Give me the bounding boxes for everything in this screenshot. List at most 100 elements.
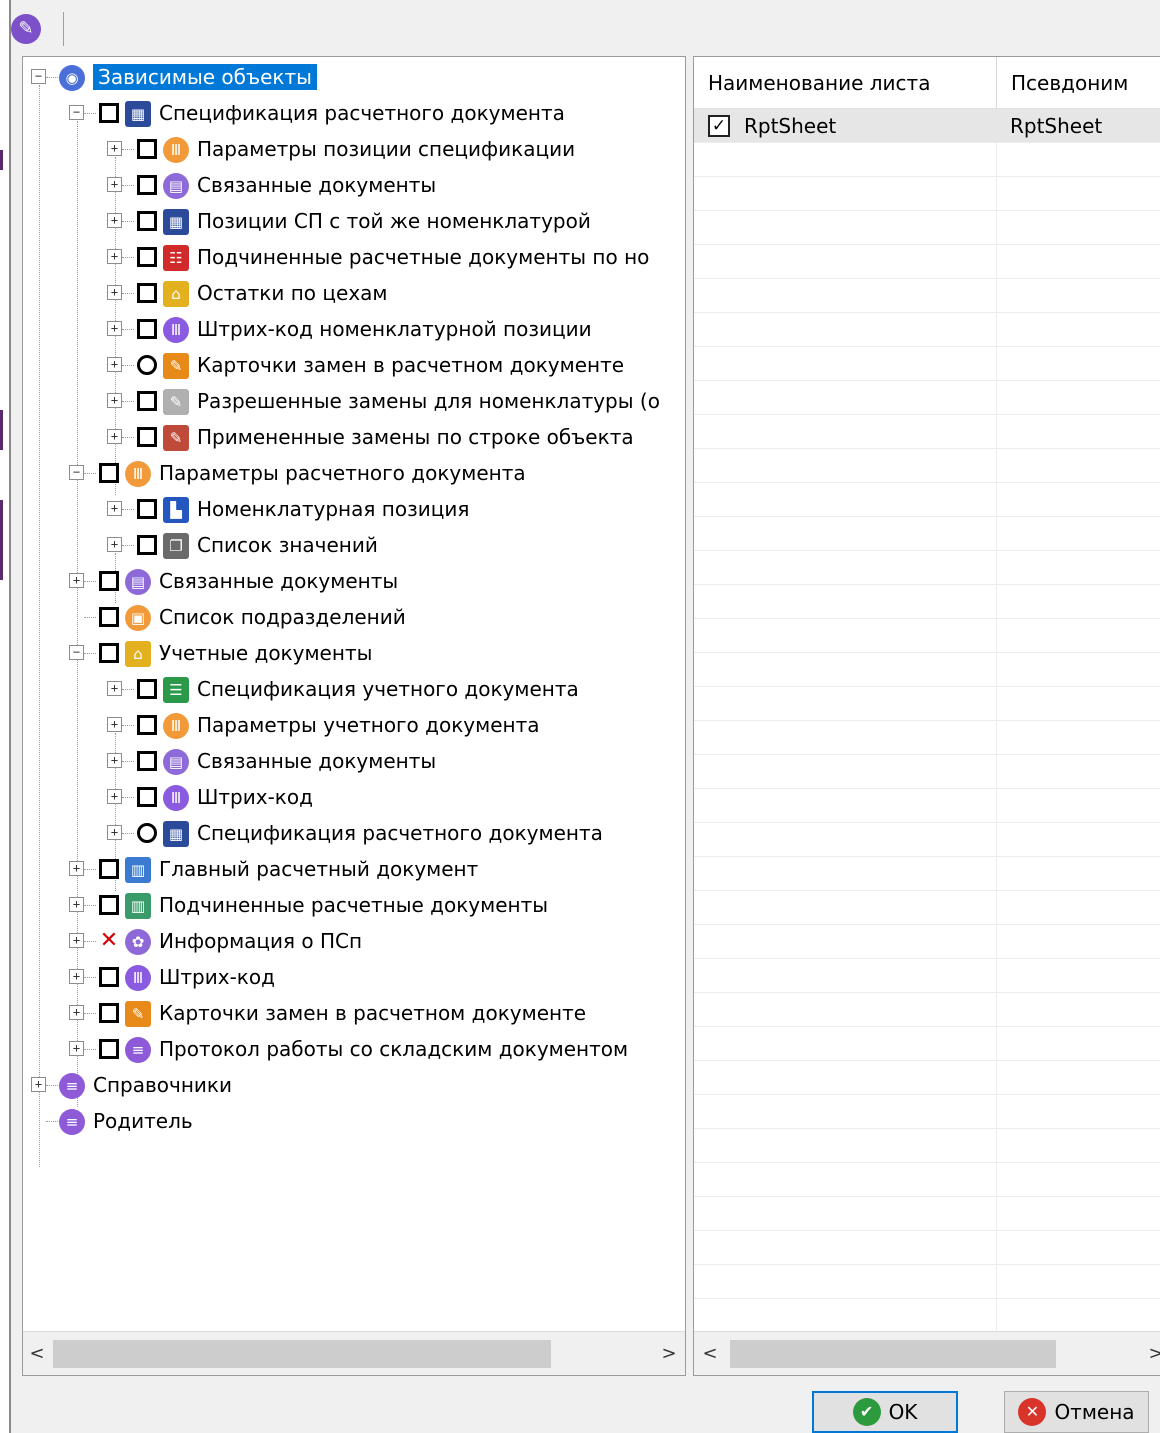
node-checkbox[interactable]	[137, 823, 157, 843]
node-checkbox[interactable]	[99, 1003, 119, 1023]
tree-node[interactable]: − ▦ Спецификация расчетного документа	[23, 95, 685, 131]
expand-icon[interactable]: +	[107, 753, 122, 768]
tree-node[interactable]: + ▤ Связанные документы	[23, 743, 685, 779]
collapse-icon[interactable]: −	[69, 465, 84, 480]
tree-node[interactable]: + ▤ Связанные документы	[23, 167, 685, 203]
expand-icon[interactable]: +	[107, 249, 122, 264]
node-checkbox[interactable]	[99, 643, 119, 663]
node-checkbox[interactable]	[137, 355, 157, 375]
ok-button[interactable]: ✔ OK	[812, 1391, 958, 1433]
tree-node[interactable]: + ✕ ✿ Информация о ПСп	[23, 923, 685, 959]
expand-icon[interactable]: +	[107, 141, 122, 156]
node-checkbox[interactable]	[137, 751, 157, 771]
expand-icon[interactable]: +	[107, 321, 122, 336]
expand-icon[interactable]: +	[107, 789, 122, 804]
expand-icon[interactable]: +	[31, 1077, 46, 1092]
tree-horizontal-scrollbar[interactable]: < >	[23, 1331, 685, 1375]
tree-node[interactable]: + ▦ Позиции СП с той же номенклатурой	[23, 203, 685, 239]
tree-node[interactable]: + Ⅲ Параметры позиции спецификации	[23, 131, 685, 167]
expand-icon[interactable]: +	[107, 681, 122, 696]
node-checkbox[interactable]	[99, 607, 119, 627]
node-checkbox[interactable]	[137, 139, 157, 159]
node-checkbox[interactable]	[137, 247, 157, 267]
scroll-thumb[interactable]	[730, 1340, 1056, 1368]
node-checkbox[interactable]	[99, 1039, 119, 1059]
node-checkbox[interactable]	[137, 283, 157, 303]
tree-node[interactable]: − Ⅲ Параметры расчетного документа	[23, 455, 685, 491]
expand-icon[interactable]: +	[107, 537, 122, 552]
tree-node[interactable]: + ✎ Карточки замен в расчетном документе	[23, 995, 685, 1031]
tree-node[interactable]: + ☷ Подчиненные расчетные документы по но	[23, 239, 685, 275]
node-checkbox[interactable]	[137, 175, 157, 195]
node-checkbox[interactable]	[137, 391, 157, 411]
tree-node[interactable]: − ⌂ Учетные документы	[23, 635, 685, 671]
column-header-sheet-name[interactable]: Наименование листа	[694, 57, 996, 109]
node-checkbox[interactable]	[99, 967, 119, 987]
expand-icon[interactable]: +	[69, 1005, 84, 1020]
tree-node[interactable]: + Ⅲ Параметры учетного документа	[23, 707, 685, 743]
collapse-icon[interactable]: −	[69, 645, 84, 660]
collapse-icon[interactable]: −	[69, 105, 84, 120]
expand-icon[interactable]: +	[69, 897, 84, 912]
expand-icon[interactable]: +	[107, 285, 122, 300]
scroll-left-arrow-icon[interactable]: <	[23, 1332, 51, 1375]
grid-row[interactable]: ✓ RptSheet RptSheet	[694, 109, 1160, 143]
row-checkbox[interactable]: ✓	[708, 115, 730, 137]
expand-icon[interactable]: +	[69, 861, 84, 876]
tree-node[interactable]: + Ⅲ Штрих-код	[23, 959, 685, 995]
node-checkbox[interactable]	[137, 715, 157, 735]
tree-node[interactable]: − ◉ Зависимые объекты	[23, 59, 685, 95]
tree-node[interactable]: + Ⅲ Штрих-код	[23, 779, 685, 815]
expand-icon[interactable]: +	[107, 501, 122, 516]
tree-node[interactable]: + ▙ Номенклатурная позиция	[23, 491, 685, 527]
node-checkbox[interactable]	[137, 535, 157, 555]
node-checkbox[interactable]	[137, 427, 157, 447]
expand-icon[interactable]: +	[107, 717, 122, 732]
node-checkbox[interactable]	[99, 463, 119, 483]
node-checkbox[interactable]	[99, 895, 119, 915]
tree-node[interactable]: + Ⅲ Штрих-код номенклатурной позиции	[23, 311, 685, 347]
node-checkbox[interactable]	[137, 319, 157, 339]
column-header-alias[interactable]: Псевдоним	[997, 57, 1160, 109]
tree-node[interactable]: ▣ Список подразделений	[23, 599, 685, 635]
expand-icon[interactable]: +	[69, 1041, 84, 1056]
tree-node[interactable]: + ✎ Карточки замен в расчетном документе	[23, 347, 685, 383]
expand-icon[interactable]: +	[107, 177, 122, 192]
tree-node[interactable]: + ≡ Протокол работы со складским документо…	[23, 1031, 685, 1067]
expand-icon[interactable]: +	[107, 213, 122, 228]
scroll-left-arrow-icon[interactable]: <	[696, 1332, 724, 1375]
expand-icon[interactable]: +	[69, 573, 84, 588]
node-checkbox[interactable]	[99, 859, 119, 879]
sheet-name-cell[interactable]: RptSheet	[744, 109, 836, 143]
tree-node[interactable]: + ≡ Справочники	[23, 1067, 685, 1103]
node-checkbox[interactable]	[137, 499, 157, 519]
tree-node[interactable]: + ❐ Список значений	[23, 527, 685, 563]
tree-node[interactable]: ≡ Родитель	[23, 1103, 685, 1139]
expand-icon[interactable]: +	[69, 933, 84, 948]
expand-icon[interactable]: +	[69, 969, 84, 984]
node-checkbox[interactable]	[137, 211, 157, 231]
expand-icon[interactable]: +	[107, 825, 122, 840]
scroll-thumb[interactable]	[53, 1340, 551, 1368]
tree-node[interactable]: + ▥ Подчиненные расчетные документы	[23, 887, 685, 923]
tree-node[interactable]: + ⌂ Остатки по цехам	[23, 275, 685, 311]
tree-node[interactable]: + ☰ Спецификация учетного документа	[23, 671, 685, 707]
collapse-icon[interactable]: −	[31, 69, 46, 84]
tree-node[interactable]: + ▥ Главный расчетный документ	[23, 851, 685, 887]
pencil-icon[interactable]: ✎	[11, 14, 41, 44]
node-checkbox[interactable]	[99, 103, 119, 123]
scroll-right-arrow-icon[interactable]: >	[655, 1332, 683, 1375]
scroll-right-arrow-icon[interactable]: >	[1142, 1332, 1160, 1375]
tree-node[interactable]: + ✎ Примененные замены по строке объекта	[23, 419, 685, 455]
tree-node[interactable]: + ▦ Спецификация расчетного документа	[23, 815, 685, 851]
expand-icon[interactable]: +	[107, 393, 122, 408]
cancel-button[interactable]: ✕ Отмена	[1004, 1391, 1149, 1433]
excluded-mark-icon[interactable]: ✕	[99, 930, 119, 952]
node-checkbox[interactable]	[137, 679, 157, 699]
alias-cell[interactable]: RptSheet	[1010, 109, 1102, 143]
expand-icon[interactable]: +	[107, 429, 122, 444]
node-checkbox[interactable]	[137, 787, 157, 807]
tree-node[interactable]: + ▤ Связанные документы	[23, 563, 685, 599]
grid-horizontal-scrollbar[interactable]: < >	[694, 1331, 1160, 1375]
expand-icon[interactable]: +	[107, 357, 122, 372]
